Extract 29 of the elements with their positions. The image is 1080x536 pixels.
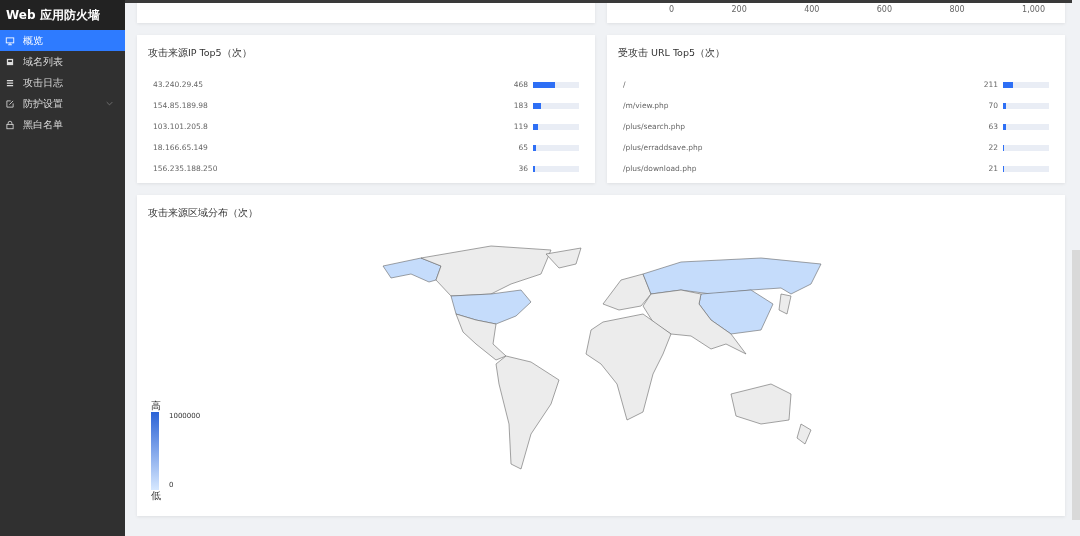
axis-tick-label: 0 xyxy=(669,5,675,15)
sidebar-item[interactable]: 攻击日志 xyxy=(0,72,125,93)
axis-tick-label: 600 xyxy=(876,5,893,15)
list-icon xyxy=(5,77,15,88)
legend-gradient-bar[interactable] xyxy=(151,412,159,490)
card-title: 攻击来源区域分布（次） xyxy=(147,206,259,220)
sidebar-item[interactable]: 域名列表 xyxy=(0,51,125,72)
sidebar-item[interactable]: 概览 xyxy=(0,30,125,51)
legend-high-label: 高 xyxy=(151,400,162,412)
menu-label: 防护设置 xyxy=(23,96,64,111)
card-title: 攻击来源IP Top5（次） xyxy=(147,46,253,60)
card-icon xyxy=(5,56,15,67)
card-title: 受攻击 URL Top5（次） xyxy=(617,46,726,60)
app-title: Web 应用防火墙 xyxy=(0,0,125,30)
axis-tick-label: 200 xyxy=(731,5,747,15)
sidebar-item[interactable]: 黑白名单 xyxy=(0,114,125,135)
sidebar-item[interactable]: 防护设置 xyxy=(0,93,125,114)
menu-label: 域名列表 xyxy=(23,54,64,69)
scrollbar[interactable] xyxy=(1072,250,1080,520)
edit-icon xyxy=(5,98,15,109)
monitor-icon xyxy=(5,35,15,46)
menu-label: 攻击日志 xyxy=(23,75,64,90)
menu-label: 黑白名单 xyxy=(23,117,64,132)
axis-tick-label: 800 xyxy=(949,5,965,15)
lock-icon xyxy=(5,119,15,130)
menu-label: 概览 xyxy=(23,33,44,48)
legend-low-label: 低 xyxy=(151,490,162,502)
axis-tick-label: 400 xyxy=(804,5,820,15)
axis-tick-label: 1,000 xyxy=(1022,5,1045,15)
